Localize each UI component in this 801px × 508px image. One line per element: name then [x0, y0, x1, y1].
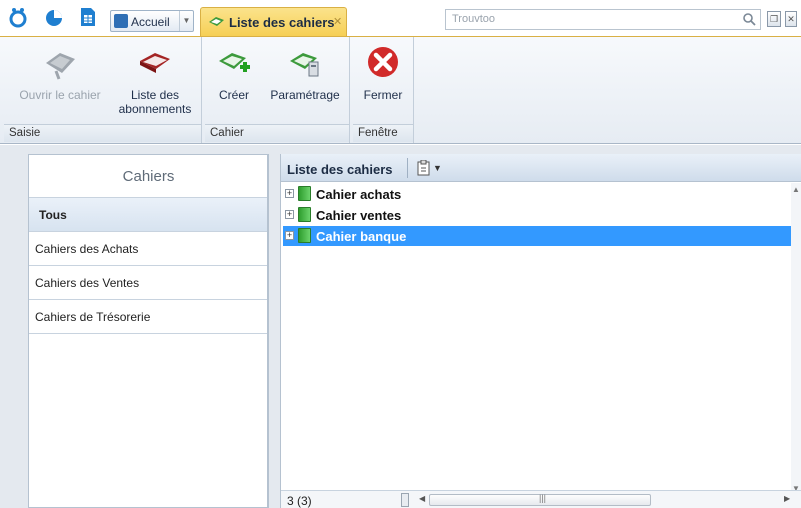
record-count: 3 (3) [287, 494, 312, 508]
subs-line1: Liste des [130, 88, 180, 102]
pie-chart-icon[interactable] [44, 6, 64, 28]
subs-line2: abonnements [118, 102, 192, 116]
ribbon-group-cahier: Créer Paramétrage Cahier [205, 37, 350, 143]
close-button[interactable]: Fermer [357, 45, 409, 102]
expand-icon[interactable]: + [285, 189, 294, 198]
create-button[interactable]: Créer [211, 45, 257, 102]
spreadsheet-icon[interactable] [78, 6, 98, 28]
open-notebook-label: Ouvrir le cahier [19, 88, 101, 102]
scroll-left-icon[interactable]: ◀ [419, 494, 425, 503]
header-separator [407, 158, 408, 178]
open-notebook-icon [46, 53, 75, 80]
green-book-icon [298, 186, 311, 201]
tree-row-label: Cahier banque [316, 229, 407, 244]
close-tab-icon[interactable]: ✕ [333, 15, 342, 28]
tree-row-ventes[interactable]: + Cahier ventes [283, 205, 793, 225]
notebook-list-header: Liste des cahiers ▼ [281, 154, 801, 182]
tab-accueil[interactable]: Accueil ▼ [110, 10, 194, 32]
ribbon-group-caption-cahier: Cahier [205, 124, 349, 142]
notebook-icon [209, 17, 224, 26]
close-label: Fermer [363, 88, 403, 102]
vertical-scrollbar[interactable]: ▲ ▼ [791, 183, 801, 495]
tree-row-achats[interactable]: + Cahier achats [283, 184, 793, 204]
tab-liste-des-cahiers[interactable]: Liste des cahiers ✕ [200, 7, 347, 36]
splitter-handle[interactable] [401, 493, 409, 507]
close-window-button[interactable]: ✕ [785, 11, 797, 27]
smiley-app-icon[interactable] [8, 6, 28, 28]
category-item-achats[interactable]: Cahiers des Achats [29, 232, 268, 266]
book-icon [140, 53, 170, 73]
scroll-thumb-grip[interactable]: ||| [539, 493, 546, 503]
green-book-icon [298, 228, 311, 243]
ribbon-group-fenetre: Fermer Fenêtre [353, 37, 414, 143]
chevron-down-icon[interactable]: ▼ [433, 163, 442, 173]
restore-window-button[interactable]: ❐ [767, 11, 781, 27]
tab-liste-des-cahiers-label: Liste des cahiers [229, 15, 335, 30]
home-icon [114, 14, 128, 28]
notebook-list-panel: Liste des cahiers ▼ + Cahier achats + Ca… [280, 154, 801, 508]
ribbon-group-caption-fenetre: Fenêtre [353, 124, 413, 142]
settings-label: Paramétrage [270, 88, 340, 102]
notebook-list-title: Liste des cahiers [287, 162, 393, 177]
open-notebook-button[interactable]: Ouvrir le cahier [12, 45, 108, 102]
close-icon [368, 47, 398, 77]
search-input[interactable]: Trouvtoo [445, 9, 761, 30]
title-bar: Accueil ▼ Liste des cahiers ✕ Trouvtoo ❐… [0, 0, 801, 36]
tree-row-banque[interactable]: + Cahier banque [283, 226, 793, 246]
green-book-icon [298, 207, 311, 222]
tree-row-label: Cahier achats [316, 187, 402, 202]
category-item-ventes[interactable]: Cahiers des Ventes [29, 266, 268, 300]
main-area: Cahiers Tous Cahiers des Achats Cahiers … [0, 145, 801, 508]
category-item-tous[interactable]: Tous [29, 198, 268, 232]
notebook-categories-panel: Cahiers Tous Cahiers des Achats Cahiers … [28, 154, 269, 508]
search-icon[interactable] [742, 12, 756, 26]
settings-button[interactable]: Paramétrage [263, 45, 347, 102]
clipboard-icon[interactable] [417, 160, 431, 176]
subscriptions-list-button[interactable]: Liste des abonnements [112, 45, 198, 116]
expand-icon[interactable]: + [285, 210, 294, 219]
chevron-down-icon[interactable]: ▼ [179, 11, 193, 31]
ribbon-group-caption-saisie: Saisie [4, 124, 201, 142]
panel-divider [267, 154, 269, 508]
tree-row-label: Cahier ventes [316, 208, 402, 223]
subscriptions-list-label: Liste des abonnements [112, 88, 198, 116]
status-bar: 3 (3) ◀ ||| ▶ [281, 490, 801, 508]
ribbon: Ouvrir le cahier Liste des abonnements Sa… [0, 36, 801, 144]
create-label: Créer [218, 88, 249, 102]
search-placeholder: Trouvtoo [452, 13, 496, 25]
notebook-settings-icon [290, 53, 319, 77]
scroll-right-icon[interactable]: ▶ [784, 494, 790, 503]
scroll-up-icon[interactable]: ▲ [792, 185, 800, 194]
category-item-tresorerie[interactable]: Cahiers de Trésorerie [29, 300, 268, 334]
expand-icon[interactable]: + [285, 231, 294, 240]
tab-accueil-label: Accueil [131, 15, 170, 29]
categories-title: Cahiers [29, 155, 268, 198]
ribbon-group-saisie: Ouvrir le cahier Liste des abonnements Sa… [4, 37, 202, 143]
create-notebook-icon [219, 53, 250, 72]
